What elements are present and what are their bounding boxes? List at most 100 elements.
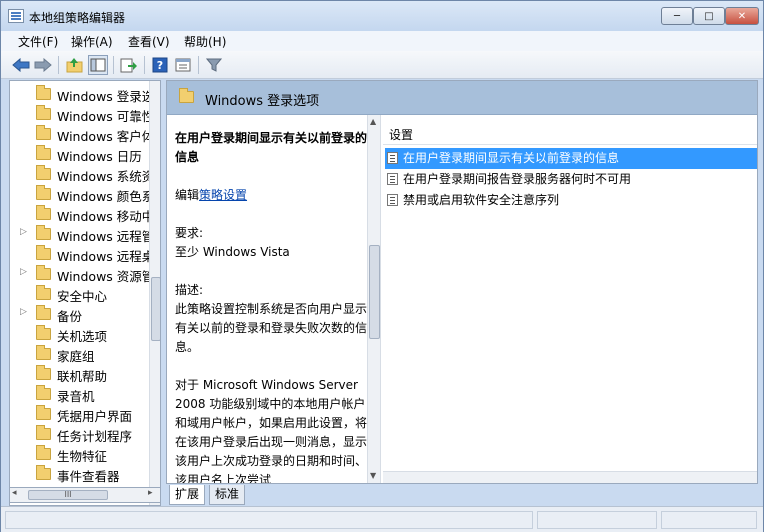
menu-help[interactable]: 帮助(H)	[184, 33, 226, 50]
tree-item-label: Windows 可靠性	[57, 109, 150, 124]
tree-item-label: 联机帮助	[57, 369, 108, 384]
status-segment	[5, 511, 533, 529]
folder-icon	[36, 325, 51, 340]
tree-item[interactable]: Windows 登录选项	[10, 84, 150, 104]
toolbar: ?	[1, 51, 763, 79]
status-segment	[661, 511, 757, 529]
scroll-up-arrow-icon[interactable]: ▲	[370, 117, 376, 126]
tree-item[interactable]: 生物特征	[10, 444, 150, 464]
tree-item[interactable]: Windows 系统资	[10, 164, 150, 184]
filter-button[interactable]	[204, 55, 224, 75]
tree-item[interactable]: ▷ Windows 资源管	[10, 264, 150, 284]
tree-item[interactable]: Windows 远程桌	[10, 244, 150, 264]
properties-button[interactable]	[173, 55, 193, 75]
close-icon: ✕	[737, 10, 747, 22]
tree-item-label: Windows 日历	[57, 149, 142, 164]
help-button[interactable]: ?	[150, 55, 170, 75]
expand-arrow-icon[interactable]: ▷	[20, 267, 27, 277]
tree-item[interactable]: 凭据用户界面	[10, 404, 150, 424]
edit-prefix: 编辑	[175, 188, 200, 202]
tree-item[interactable]: 家庭组	[10, 344, 150, 364]
tree-item[interactable]: 联机帮助	[10, 364, 150, 384]
description-scrollbar[interactable]: ▲ ▼	[367, 115, 381, 483]
export-list-icon	[120, 58, 137, 73]
folder-icon	[36, 225, 51, 240]
export-list-button[interactable]	[119, 55, 139, 75]
tree-item[interactable]: Windows 颜色系	[10, 184, 150, 204]
tree-item[interactable]: Windows 日历	[10, 144, 150, 164]
svg-text:?: ?	[157, 59, 163, 72]
scroll-down-arrow-icon[interactable]: ▼	[370, 471, 376, 480]
folder-icon	[36, 425, 51, 440]
forward-button[interactable]	[33, 55, 53, 75]
folder-icon	[36, 405, 51, 420]
minimize-icon: ─	[673, 10, 681, 22]
tree-scroll-thumb[interactable]	[151, 277, 160, 341]
setting-row[interactable]: 在用户登录期间显示有关以前登录的信息	[385, 148, 757, 169]
description-text: 此策略设置控制系统是否向用户显示有关以前的登录和登录失败次数的信息。	[175, 302, 367, 354]
setting-row[interactable]: 在用户登录期间报告登录服务器何时不可用	[385, 169, 757, 190]
requirement-value: 至少 Windows Vista	[175, 245, 290, 259]
tree-item[interactable]: Windows 移动中	[10, 204, 150, 224]
tree-item[interactable]: Windows 可靠性	[10, 104, 150, 124]
menu-view[interactable]: 查看(V)	[128, 33, 170, 50]
details-header-title: Windows 登录选项	[205, 94, 320, 109]
toolbar-separator	[198, 56, 199, 74]
tree-item[interactable]: Windows 客户体	[10, 124, 150, 144]
folder-icon	[36, 165, 51, 180]
scroll-right-arrow-icon[interactable]: ▸	[148, 488, 153, 498]
tree-item[interactable]: ▷ 备份	[10, 304, 150, 324]
tree-item-label: 备份	[57, 309, 83, 324]
folder-icon	[36, 85, 51, 100]
settings-column-header[interactable]: 设置	[383, 125, 757, 145]
tree-item-label: Windows 远程管	[57, 229, 150, 244]
menu-bar: 文件(F) 操作(A) 查看(V) 帮助(H)	[1, 31, 763, 51]
folder-icon	[36, 345, 51, 360]
status-segment	[537, 511, 657, 529]
minimize-button[interactable]: ─	[661, 7, 693, 25]
folder-icon	[36, 265, 51, 280]
policy-title: 在用户登录期间显示有关以前登录的信息	[175, 131, 367, 164]
expand-arrow-icon[interactable]: ▷	[20, 227, 27, 237]
description-label: 描述:	[175, 283, 204, 297]
folder-icon	[36, 285, 51, 300]
show-hide-tree-button[interactable]	[88, 55, 108, 75]
tree-horizontal-scrollbar[interactable]: ◂ III ▸	[9, 487, 161, 503]
folder-icon	[36, 245, 51, 260]
tab-standard[interactable]: 标准	[209, 485, 246, 505]
description-scroll-thumb[interactable]	[369, 245, 380, 339]
tree-item[interactable]: 安全中心	[10, 284, 150, 304]
window-title: 本地组策略编辑器	[29, 11, 126, 25]
tree-item[interactable]: ▷ Windows 远程管	[10, 224, 150, 244]
settings-horizontal-scrollbar[interactable]	[383, 471, 757, 483]
tree-item[interactable]: 录音机	[10, 384, 150, 404]
tree-hscroll-thumb[interactable]: III	[28, 490, 108, 500]
setting-row[interactable]: 禁用或启用软件安全注意序列	[385, 190, 757, 211]
tab-extended[interactable]: 扩展	[169, 485, 206, 505]
back-button[interactable]	[11, 55, 31, 75]
maximize-button[interactable]: □	[693, 7, 725, 25]
tree-item[interactable]: 关机选项	[10, 324, 150, 344]
help-icon: ?	[152, 57, 168, 73]
edit-policy-link[interactable]: 策略设置	[199, 188, 247, 202]
up-folder-icon	[66, 58, 83, 73]
tree-item[interactable]: 事件查看器	[10, 464, 150, 484]
scroll-left-arrow-icon[interactable]: ◂	[12, 488, 17, 498]
policy-setting-icon	[387, 194, 398, 206]
folder-icon	[36, 105, 51, 120]
folder-icon	[36, 185, 51, 200]
back-icon	[12, 58, 30, 72]
tree-item-label: 录音机	[57, 389, 95, 404]
policy-setting-icon	[387, 152, 398, 164]
tree-item[interactable]: 任务计划程序	[10, 424, 150, 444]
menu-file[interactable]: 文件(F)	[18, 33, 58, 50]
folder-icon	[36, 465, 51, 480]
menu-action[interactable]: 操作(A)	[71, 33, 113, 50]
expand-arrow-icon[interactable]: ▷	[20, 307, 27, 317]
close-button[interactable]: ✕	[725, 7, 759, 25]
up-folder-button[interactable]	[65, 55, 85, 75]
scroll-grip-label: III	[64, 490, 72, 499]
title-bar[interactable]: 本地组策略编辑器 ─ □ ✕	[1, 1, 763, 31]
tree-pane[interactable]: Windows 登录选项 Windows 可靠性 Windows 客户体 Window…	[9, 80, 161, 506]
tree-vertical-scrollbar[interactable]	[149, 81, 160, 505]
